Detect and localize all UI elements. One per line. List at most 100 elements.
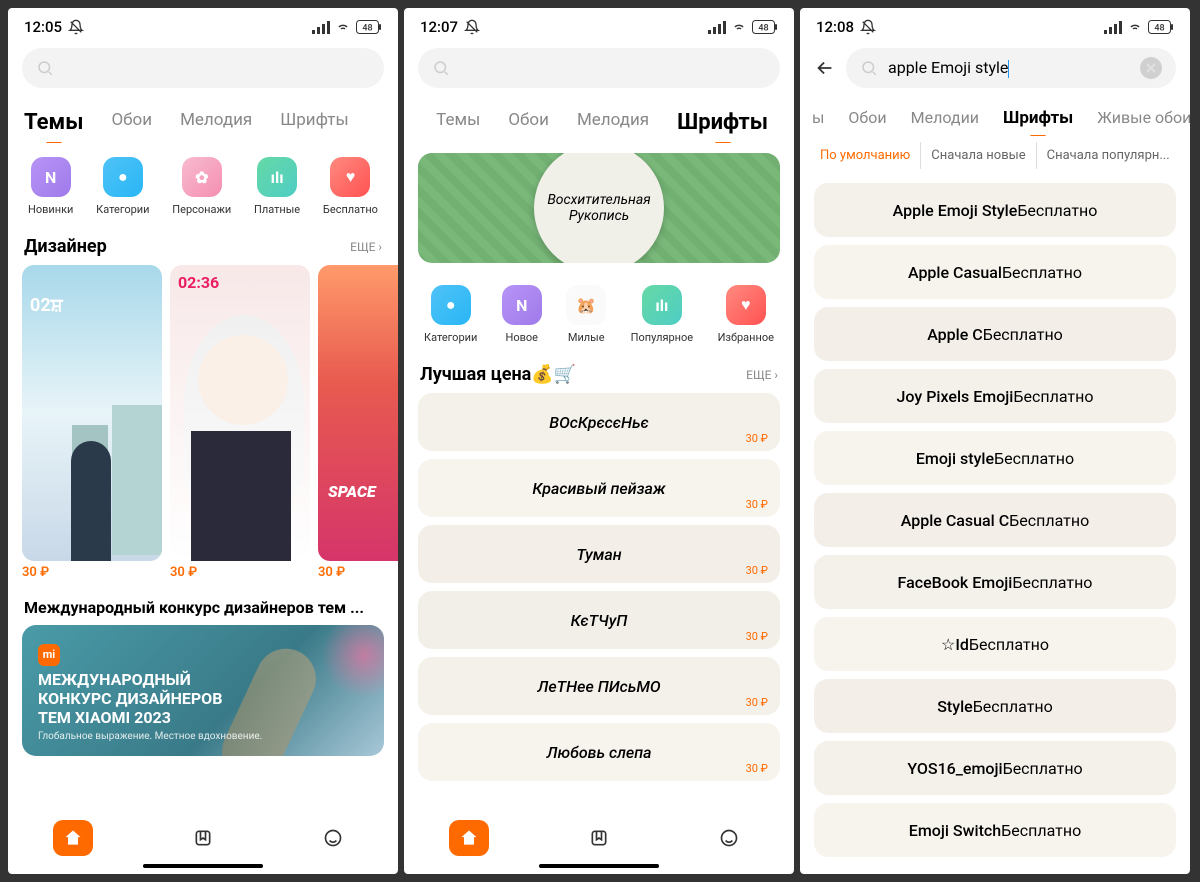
result-free-label: Бесплатно <box>969 635 1049 654</box>
battery-icon: 48 <box>752 20 778 34</box>
result-free-label: Бесплатно <box>973 697 1053 716</box>
back-arrow-icon[interactable] <box>814 57 836 79</box>
category-Популярное[interactable]: ılıПопулярное <box>631 285 693 344</box>
nav-home[interactable] <box>53 820 93 856</box>
search-result-card[interactable]: Apple CasualБесплатно <box>814 245 1176 299</box>
font-card[interactable]: Туман 30 ₽ <box>418 525 780 583</box>
main-tabs: ТемыОбоиМелодияШрифты <box>8 94 398 143</box>
nav-handle[interactable] <box>539 864 659 868</box>
search-result-card[interactable]: FaceBook EmojiБесплатно <box>814 555 1176 609</box>
filter-option[interactable]: Сначала популярн... <box>1037 142 1180 169</box>
search-result-card[interactable]: ☆IdБесплатно <box>814 617 1176 671</box>
theme-thumbnail <box>22 265 162 561</box>
search-result-card[interactable]: Joy Pixels EmojiБесплатно <box>814 369 1176 423</box>
font-card[interactable]: Любовь слепа30 ₽ <box>418 723 780 781</box>
svg-text:48: 48 <box>1154 24 1164 34</box>
tab-живые обои[interactable]: Живые обои <box>1085 100 1190 136</box>
clear-search-icon[interactable] <box>1140 57 1162 79</box>
nav-profile[interactable] <box>313 820 353 856</box>
main-tabs: ТемыОбоиМелодияШрифты <box>404 94 794 143</box>
result-free-label: Бесплатно <box>1012 573 1092 592</box>
search-result-card[interactable]: StyleБесплатно <box>814 679 1176 733</box>
theme-card[interactable]: 30 ₽ <box>170 265 310 584</box>
tab-обои[interactable]: Обои <box>99 102 164 143</box>
tab-обои[interactable]: Обои <box>496 102 561 143</box>
category-Категории[interactable]: ●Категории <box>96 157 149 216</box>
signal-icon <box>708 20 726 34</box>
search-icon <box>36 59 54 77</box>
more-link[interactable]: ЕЩЕ › <box>350 240 382 254</box>
signal-icon <box>312 20 330 34</box>
category-label: Платные <box>254 203 300 216</box>
status-bar: 12:08 48 <box>800 8 1190 42</box>
search-bar[interactable] <box>22 48 384 88</box>
font-price: 30 ₽ <box>746 564 768 577</box>
result-name: ☆Id <box>941 635 969 654</box>
nav-handle[interactable] <box>143 864 263 868</box>
search-input[interactable]: apple Emoji style <box>888 58 1130 78</box>
nav-home[interactable] <box>449 820 489 856</box>
theme-thumbnail <box>170 265 310 561</box>
search-bar[interactable] <box>418 48 780 88</box>
search-result-card[interactable]: YOS16_emojiБесплатно <box>814 741 1176 795</box>
filter-option[interactable]: По умолчанию <box>810 142 921 169</box>
category-Милые[interactable]: 🐹Милые <box>566 285 606 344</box>
nav-profile[interactable] <box>709 820 749 856</box>
theme-card[interactable]: 30 ₽ <box>318 265 398 584</box>
font-name: Туман <box>576 545 621 564</box>
tab-мелодии[interactable]: Мелодии <box>899 100 991 136</box>
filter-row: По умолчаниюСначала новыеСначала популяр… <box>800 136 1190 175</box>
search-result-card[interactable]: Apple Emoji StyleБесплатно <box>814 183 1176 237</box>
result-free-label: Бесплатно <box>1002 263 1082 282</box>
phone-3: 12:08 48 apple Emoji style ыОбоиМелодииШ… <box>800 8 1190 874</box>
search-bar[interactable]: apple Emoji style <box>846 48 1176 88</box>
search-icon <box>860 59 878 77</box>
category-icon: ✿ <box>182 157 222 197</box>
tab-обои[interactable]: Обои <box>836 100 898 136</box>
theme-price: 30 ₽ <box>22 561 162 584</box>
tab-темы[interactable]: Темы <box>12 102 95 143</box>
category-Избранное[interactable]: ♥Избранное <box>718 285 774 344</box>
tab-шрифты[interactable]: Шрифты <box>991 100 1085 136</box>
tab-ы[interactable]: ы <box>800 100 836 136</box>
category-Бесплатно[interactable]: ♥Бесплатно <box>323 157 378 216</box>
nav-bookmark[interactable] <box>183 820 223 856</box>
svg-text:48: 48 <box>758 24 768 34</box>
contest-banner[interactable]: mi МЕЖДУНАРОДНЫЙ КОНКУРС ДИЗАЙНЕРОВ ТЕМ … <box>22 625 384 756</box>
result-name: Apple Casual <box>908 263 1002 282</box>
fonts-banner[interactable]: Восхитительная Рукопись <box>418 153 780 263</box>
font-card[interactable]: КєТЧуП30 ₽ <box>418 591 780 649</box>
category-Персонажи[interactable]: ✿Персонажи <box>172 157 231 216</box>
category-Новинки[interactable]: NНовинки <box>28 157 73 216</box>
search-results: Apple Emoji StyleБесплатноApple CasualБе… <box>800 175 1190 874</box>
phone-1: 12:05 48 ТемыОбоиМелодияШрифты NНовинки●… <box>8 8 398 874</box>
font-card[interactable]: Красивый пейзаж30 ₽ <box>418 459 780 517</box>
tab-мелодия[interactable]: Мелодия <box>565 102 661 143</box>
tab-темы[interactable]: Темы <box>424 102 492 143</box>
font-name: Любовь слепа <box>547 743 652 762</box>
tab-шрифты[interactable]: Шрифты <box>665 102 780 143</box>
tab-шрифты[interactable]: Шрифты <box>268 102 360 143</box>
search-result-card[interactable]: Emoji SwitchБесплатно <box>814 803 1176 857</box>
search-result-card[interactable]: Emoji styleБесплатно <box>814 431 1176 485</box>
result-name: Apple Casual C <box>901 511 1009 530</box>
nav-bookmark[interactable] <box>579 820 619 856</box>
contest-line3: ТЕМ XIAOMI 2023 <box>38 708 368 727</box>
tab-мелодия[interactable]: Мелодия <box>168 102 264 143</box>
search-result-card[interactable]: Apple Casual CБесплатно <box>814 493 1176 547</box>
section-title-designer: Дизайнер <box>24 236 107 257</box>
font-price: 30 ₽ <box>746 432 768 445</box>
result-free-label: Бесплатно <box>1017 201 1097 220</box>
font-card[interactable]: ЛеТНее ПИсьМО30 ₽ <box>418 657 780 715</box>
theme-card[interactable]: 30 ₽ <box>22 265 162 584</box>
category-Платные[interactable]: ılı Платные <box>254 157 300 216</box>
filter-option[interactable]: Сначала новые <box>921 142 1036 169</box>
result-name: Apple Emoji Style <box>893 201 1018 220</box>
search-result-card[interactable]: Apple CБесплатно <box>814 307 1176 361</box>
category-icon: ılı <box>257 157 297 197</box>
clock: 12:05 <box>24 18 62 36</box>
more-link[interactable]: ЕЩЕ › <box>746 368 778 382</box>
category-Новое[interactable]: NНовое <box>502 285 542 344</box>
font-card[interactable]: ВОсКрєсєНьє30 ₽ <box>418 393 780 451</box>
category-Категории[interactable]: ●Категории <box>424 285 477 344</box>
